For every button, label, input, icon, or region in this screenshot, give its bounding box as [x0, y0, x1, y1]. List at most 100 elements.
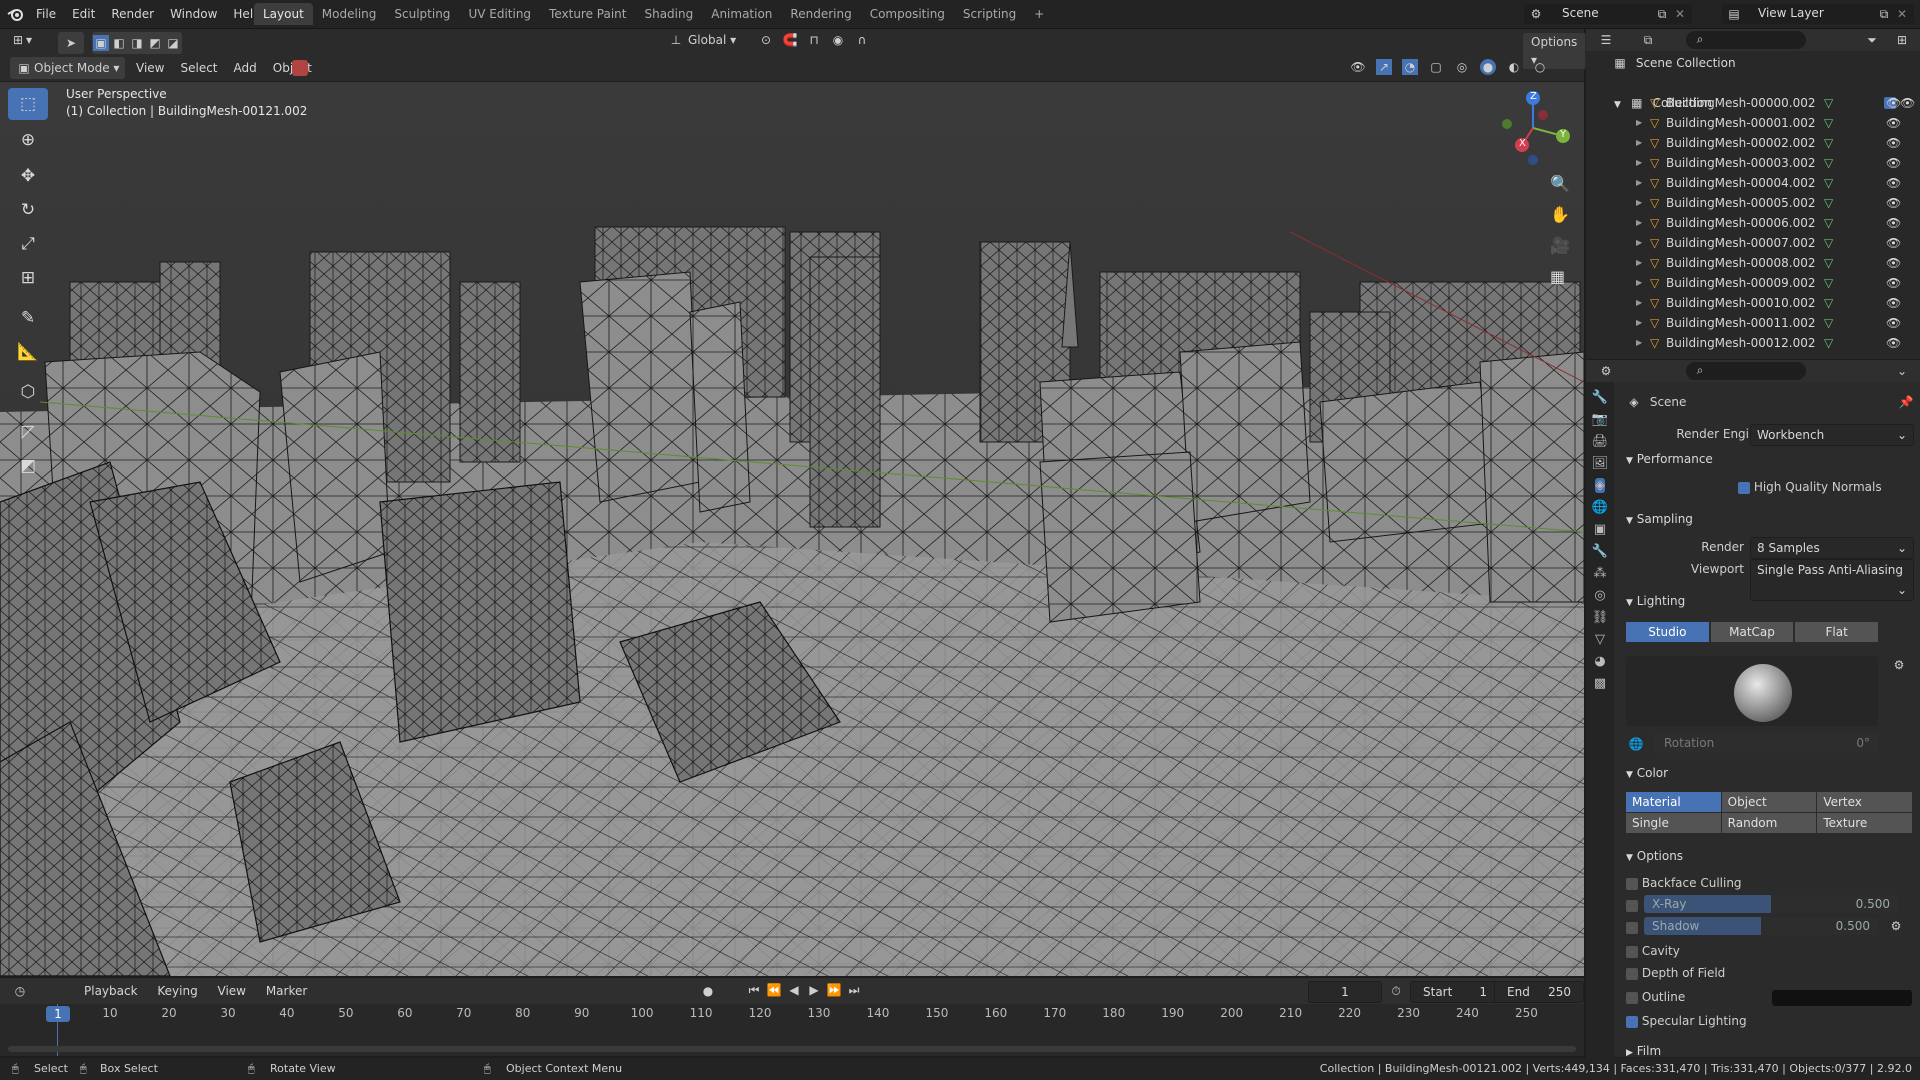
zoom-icon[interactable]: 🔍	[1550, 174, 1570, 193]
new-collection-icon[interactable]: ⊞	[1894, 32, 1910, 48]
sampling-render-dropdown[interactable]: 8 Samples ⌄	[1750, 537, 1914, 559]
dropdown-icon[interactable]: ⌄	[1894, 363, 1910, 379]
visibility-eye-icon[interactable]: 👁	[1886, 113, 1901, 133]
new-selection-icon[interactable]: ▣	[93, 35, 109, 51]
navigation-gizmo[interactable]: Z Y X	[1490, 88, 1576, 168]
visibility-eye-icon[interactable]: 👁	[1886, 253, 1901, 273]
stopwatch-icon[interactable]: ⏱	[1388, 983, 1404, 999]
backface-culling-checkbox[interactable]: Backface Culling	[1626, 876, 1742, 890]
rendered-shading-icon[interactable]: ○	[1532, 59, 1548, 75]
expand-arrow-icon[interactable]: ▶	[1636, 233, 1642, 253]
depth-of-field-checkbox[interactable]: Depth of Field	[1626, 966, 1725, 980]
mesh-data-icon[interactable]: ▽	[1824, 293, 1833, 313]
menu-view[interactable]: View	[128, 57, 172, 79]
outliner-item[interactable]: ▶ ▽ BuildingMesh-00003.002 ▽ 👁	[1586, 153, 1920, 173]
outline-color-swatch[interactable]	[1772, 990, 1912, 1006]
next-keyframe-icon[interactable]: ⏩	[826, 982, 842, 998]
material-tab-icon[interactable]: ◕	[1594, 654, 1605, 669]
gizmo-toggle-icon[interactable]: ↗	[1376, 59, 1392, 75]
material-shading-icon[interactable]: ◐	[1506, 59, 1522, 75]
specular-lighting-checkbox[interactable]: Specular Lighting	[1626, 1014, 1747, 1028]
timeline-editor-icon[interactable]: ◷	[12, 983, 28, 999]
extra-tool-icon[interactable]: ◩	[8, 450, 48, 482]
color-material-button[interactable]: Material	[1626, 792, 1721, 812]
annotate-tool-icon[interactable]: ✎	[8, 302, 48, 334]
visibility-eye-icon[interactable]: 👁	[1886, 313, 1901, 333]
solid-shading-icon[interactable]: ●	[1480, 59, 1496, 75]
studio-light-preview[interactable]	[1626, 656, 1878, 726]
mesh-data-icon[interactable]: ▽	[1824, 213, 1833, 233]
tool-tab-icon[interactable]: 🔧	[1592, 390, 1608, 405]
constraints-tab-icon[interactable]: ⛓	[1592, 610, 1609, 625]
performance-panel-header[interactable]: ▼ Performance	[1626, 452, 1713, 466]
mesh-data-icon[interactable]: ▽	[1824, 233, 1833, 253]
scale-tool-icon[interactable]: ⤢	[8, 228, 48, 260]
properties-editor-icon[interactable]: ⚙	[1598, 363, 1614, 379]
scene-tab-icon[interactable]: ◈	[1595, 478, 1605, 493]
gear-icon[interactable]: ⚙	[1891, 657, 1907, 673]
menu-playback[interactable]: Playback	[76, 978, 146, 1004]
expand-arrow-icon[interactable]: ▶	[1636, 273, 1642, 293]
falloff-icon[interactable]: ∩	[854, 32, 870, 48]
tab-animation[interactable]: Animation	[702, 3, 781, 25]
expand-arrow-icon[interactable]: ▶	[1636, 253, 1642, 273]
tab-rendering[interactable]: Rendering	[781, 3, 860, 25]
cursor-tool-icon[interactable]: ⊕	[8, 124, 48, 156]
visibility-eye-icon[interactable]: 👁	[1886, 233, 1901, 253]
render-engine-dropdown[interactable]: Workbench ⌄	[1750, 424, 1914, 446]
add-workspace-icon[interactable]: +	[1025, 3, 1053, 25]
mesh-data-icon[interactable]: ▽	[1824, 173, 1833, 193]
lighting-panel-header[interactable]: ▼ Lighting	[1626, 594, 1685, 608]
pan-hand-icon[interactable]: ✋	[1550, 205, 1570, 224]
selection-mode-group[interactable]: ▣ ◧ ◨ ◩ ◪	[92, 32, 182, 54]
lighting-studio-button[interactable]: Studio	[1626, 622, 1709, 642]
mesh-data-icon[interactable]: ▽	[1824, 93, 1833, 113]
shadow-checkbox[interactable]	[1626, 920, 1638, 934]
jump-end-icon[interactable]: ⏭	[846, 982, 862, 998]
play-reverse-icon[interactable]: ◀	[786, 982, 802, 998]
camera-view-icon[interactable]: 🎥	[1550, 236, 1570, 255]
outliner-item[interactable]: ▶ ▽ BuildingMesh-00006.002 ▽ 👁	[1586, 213, 1920, 233]
visibility-eye-icon[interactable]: 👁	[1886, 273, 1901, 293]
outliner-item[interactable]: ▶ ▽ BuildingMesh-00008.002 ▽ 👁	[1586, 253, 1920, 273]
snap-icon[interactable]: 🧲	[782, 32, 798, 48]
outliner-item[interactable]: ▶ ▽ BuildingMesh-00004.002 ▽ 👁	[1586, 173, 1920, 193]
mesh-data-icon[interactable]: ▽	[1824, 333, 1833, 353]
editor-type-icon[interactable]: ⊞ ▾	[10, 32, 32, 48]
mesh-data-icon[interactable]: ▽	[1824, 153, 1833, 173]
intersect-selection-icon[interactable]: ◪	[165, 35, 181, 51]
visibility-icon[interactable]: 👁	[1350, 59, 1366, 75]
sampling-viewport-dropdown[interactable]: Single Pass Anti-Aliasing ⌄	[1750, 559, 1914, 601]
visibility-eye-icon[interactable]: 👁	[1886, 193, 1901, 213]
filter-icon[interactable]: ⏷	[1864, 32, 1880, 48]
lighting-matcap-button[interactable]: MatCap	[1710, 622, 1794, 642]
film-panel-header[interactable]: ▶ Film	[1626, 1044, 1661, 1058]
cavity-checkbox[interactable]: Cavity	[1626, 944, 1680, 958]
start-frame-field[interactable]: Start 1	[1410, 981, 1500, 1003]
expand-arrow-icon[interactable]: ▶	[1636, 93, 1642, 113]
extend-selection-icon[interactable]: ◧	[111, 35, 127, 51]
outline-checkbox[interactable]: Outline	[1626, 990, 1685, 1004]
lighting-flat-button[interactable]: Flat	[1795, 622, 1879, 642]
world-space-icon[interactable]: 🌐	[1628, 736, 1644, 752]
add-cube-tool-icon[interactable]: ⬡	[8, 376, 48, 408]
close-icon[interactable]: ✕	[1894, 6, 1910, 22]
view-layer-selector[interactable]: ▤ View Layer ⧉ ✕	[1722, 4, 1914, 24]
object-tab-icon[interactable]: ▣	[1594, 522, 1606, 537]
tab-sculpting[interactable]: Sculpting	[385, 3, 459, 25]
orientation-dropdown[interactable]: ⊥ Global ▾	[668, 32, 736, 48]
world-tab-icon[interactable]: 🌐	[1592, 500, 1608, 515]
particles-tab-icon[interactable]: ⁂	[1594, 566, 1607, 581]
texture-tab-icon[interactable]: ▩	[1594, 676, 1606, 691]
material-slot-icon[interactable]	[292, 60, 308, 76]
copy-icon[interactable]: ⧉	[1654, 6, 1670, 22]
outliner-item[interactable]: ▶ ▽ BuildingMesh-00011.002 ▽ 👁	[1586, 313, 1920, 333]
outliner-editor-icon[interactable]: ☰	[1598, 32, 1614, 48]
view-layer-tab-icon[interactable]: 🖼	[1592, 456, 1609, 471]
menu-file[interactable]: File	[28, 0, 64, 28]
menu-marker[interactable]: Marker	[258, 978, 315, 1004]
expand-arrow-icon[interactable]: ▶	[1636, 293, 1642, 313]
overlay-toggle-icon[interactable]: ◔	[1402, 59, 1418, 75]
options-panel-header[interactable]: ▼ Options	[1626, 849, 1683, 863]
modifier-tab-icon[interactable]: 🔧	[1592, 544, 1608, 559]
